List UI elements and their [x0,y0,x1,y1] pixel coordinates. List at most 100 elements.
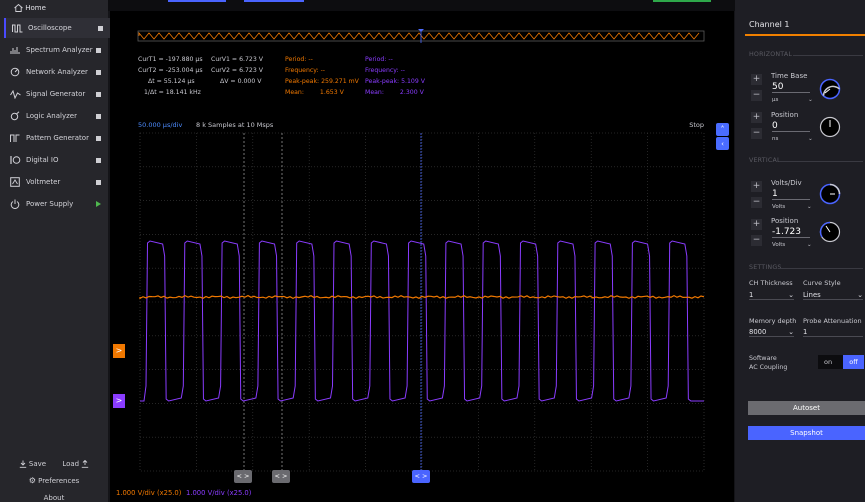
v-position-knob[interactable] [819,221,841,243]
measure-value: 2.300 V [399,89,424,96]
oscilloscope-icon [10,21,24,35]
measure-value: -- [308,56,313,63]
time-base-knob[interactable] [819,78,841,100]
sidebar-item-label: Spectrum Analyzer [26,46,93,54]
curve-style-select[interactable]: Lines ⌄ [803,291,863,300]
v-position-input[interactable]: -1.723 [772,227,810,238]
v-position-label: Position [771,217,799,225]
time-base-decrement-button[interactable]: − [751,90,762,101]
section-horizontal: HORIZONTAL [749,51,793,58]
top-tab-indicator[interactable] [244,0,304,2]
volts-div-decrement-button[interactable]: − [751,197,762,208]
v-position-unit-select[interactable]: Volts ⌄ [772,242,812,248]
curt2-readout: CurT2 = -253.004 µs [138,67,203,74]
cursor-2-handle[interactable]: < > [272,470,290,483]
save-button[interactable]: Save [19,460,49,468]
h-position-input[interactable]: 0 [772,121,810,132]
sidebar-item-network-analyzer[interactable]: Network Analyzer [4,62,108,82]
measure-label: Period: [285,56,307,63]
cursor-1-handle[interactable]: < > [234,470,252,483]
load-label: Load [62,460,80,468]
ac-coupling-toggle[interactable]: on off [818,355,864,369]
measure-label: Frequency: [285,67,319,74]
network-icon [8,65,22,79]
memory-depth-select[interactable]: 8000 ⌄ [749,328,794,337]
volts-div-increment-button[interactable]: + [751,181,762,192]
sidebar-item-label: Network Analyzer [26,68,88,76]
about-label: About [43,494,65,502]
run-indicator[interactable] [653,0,711,2]
home-label: Home [25,4,46,12]
snapshot-button[interactable]: Snapshot [748,426,865,440]
chevron-down-icon: ⌄ [808,136,813,142]
measure-value: -- [388,56,393,63]
sidebar-item-power-supply[interactable]: Power Supply [4,194,108,214]
h-position-decrement-button[interactable]: − [751,128,762,139]
timebase-readout: 50.000 µs/div [138,121,183,129]
h-position-label: Position [771,111,799,119]
time-base-increment-button[interactable]: + [751,74,762,85]
probe-attenuation-input[interactable]: 1 [803,328,863,337]
chevron-up-icon: ˄ [720,125,725,134]
time-base-input[interactable]: 50 [772,82,810,93]
sidebar-item-voltmeter[interactable]: Voltmeter [4,172,108,192]
chevron-down-icon: ⌄ [807,242,812,248]
volts-div-input[interactable]: 1 [772,189,810,200]
sidebar-item-label: Signal Generator [26,90,86,98]
gear-icon: ⚙ [28,476,36,485]
curv2-readout: CurV2 = 6.723 V [211,67,263,74]
sidebar-item-label: Digital IO [26,156,59,164]
measure-value: -- [400,67,406,74]
curve-style-label: Curve Style [803,279,841,287]
volts-div-knob[interactable] [819,183,841,205]
unit-label: µs [772,97,779,103]
sidebar-item-label: Power Supply [26,200,74,208]
h-position-knob[interactable] [819,116,841,138]
top-tab-indicator[interactable] [168,0,226,2]
load-button[interactable]: Load [62,459,89,468]
top-strip [108,0,735,11]
label-line: AC Coupling [749,364,788,371]
home-icon [14,3,23,12]
measure-label: Mean: [285,89,304,96]
delta-t-readout: Δt = 55.124 µs [148,78,195,85]
sidebar-item-digital-io[interactable]: Digital IO [4,150,108,170]
sidebar-item-pattern-generator[interactable]: Pattern Generator [4,128,108,148]
sidebar-item-signal-generator[interactable]: Signal Generator [4,84,108,104]
ch-thickness-select[interactable]: 1 ⌄ [749,291,794,300]
sidebar-item-label: Logic Analyzer [26,112,77,120]
oscilloscope-plot[interactable]: CurT1 = -197.880 µs CurT2 = -253.004 µs … [110,11,734,502]
trigger-position-handle[interactable]: < > [412,470,430,483]
ch2-scale-readout: 1.000 V/div (x25.0) [186,489,252,497]
trigger-level-handle[interactable]: ‹ [716,137,729,150]
cursor-voltage-readout: CurV1 = 6.723 V CurV2 = 6.723 V ΔV = 0.0… [211,54,263,87]
overview-strip[interactable] [137,29,705,43]
software-ac-coupling-label: Software AC Coupling [749,354,787,372]
preferences-button[interactable]: ⚙ Preferences [0,476,108,485]
h-position-unit-select[interactable]: ns ⌄ [772,136,813,142]
status-indicator [96,113,101,119]
measure-label: Peak-peak: [365,78,400,85]
autoset-button[interactable]: Autoset [748,401,865,415]
status-indicator [98,25,103,31]
time-base-unit-select[interactable]: µs ⌄ [772,97,813,103]
measure-label: Mean: [365,89,384,96]
sidebar-item-oscilloscope[interactable]: Oscilloscope [4,18,110,38]
about-link[interactable]: About [0,494,108,502]
power-supply-icon [8,197,22,211]
home-link[interactable]: Home [14,3,46,12]
sidebar-item-logic-analyzer[interactable]: Logic Analyzer [4,106,108,126]
ch1-offset-marker[interactable]: > [113,344,125,358]
sidebar-item-spectrum-analyzer[interactable]: Spectrum Analyzer [4,40,108,60]
trigger-level-button[interactable]: ˄ [716,123,729,136]
preferences-label: Preferences [38,477,80,485]
section-vertical: VERTICAL [749,157,781,164]
measure-label: Peak-peak: [285,78,320,85]
select-value: 8000 [749,328,767,336]
v-position-increment-button[interactable]: + [751,219,762,230]
volts-div-label: Volts/Div [771,179,802,187]
ch2-offset-marker[interactable]: > [113,394,125,408]
volts-div-unit-select[interactable]: Volts ⌄ [772,204,812,210]
h-position-increment-button[interactable]: + [751,112,762,123]
v-position-decrement-button[interactable]: − [751,235,762,246]
